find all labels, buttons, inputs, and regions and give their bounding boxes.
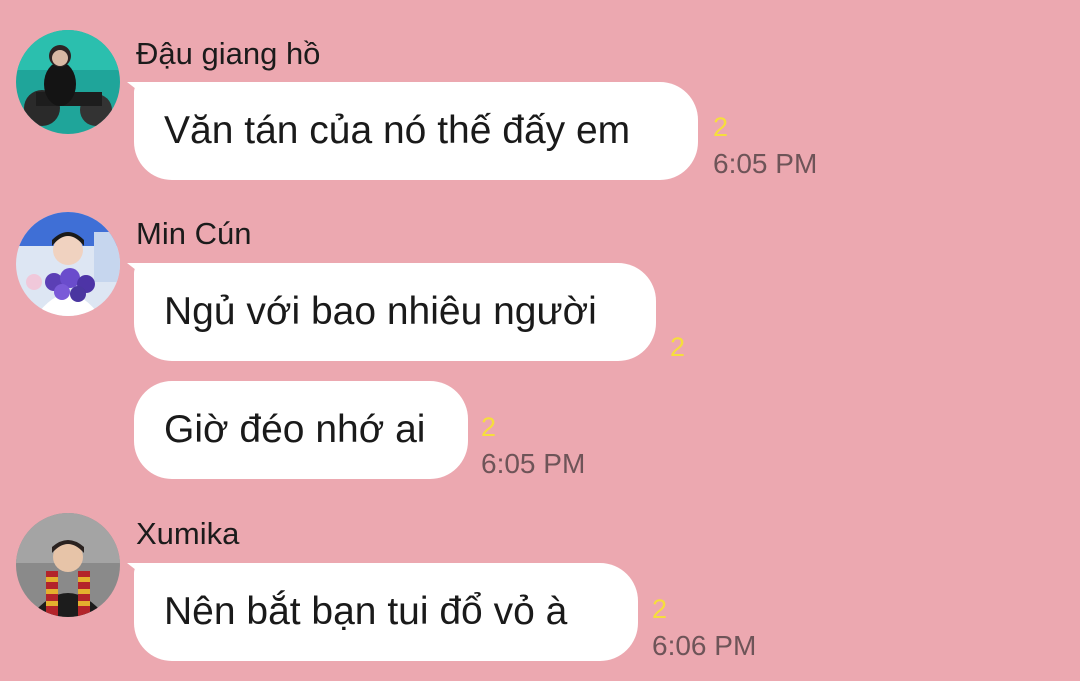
- message-bubble[interactable]: Nên bắt bạn tui đổ vỏ à: [134, 563, 638, 661]
- unread-count: 2: [481, 412, 497, 442]
- sender-name: Đậu giang hồ: [136, 36, 321, 71]
- message-time: 6:05 PM: [481, 448, 586, 479]
- message-bubble[interactable]: Ngủ với bao nhiêu người: [134, 263, 656, 361]
- avatar[interactable]: [16, 513, 120, 617]
- avatar-photo-icon: [16, 30, 120, 134]
- message-bubble[interactable]: Giờ đéo nhớ ai: [134, 381, 468, 479]
- unread-count: 2: [670, 332, 686, 362]
- unread-count: 2: [652, 594, 668, 624]
- avatar[interactable]: [16, 212, 120, 316]
- avatar-photo-icon: [16, 513, 120, 617]
- sender-name: Min Cún: [136, 216, 252, 251]
- avatar-photo-icon: [16, 212, 120, 316]
- sender-name: Xumika: [136, 516, 240, 551]
- unread-count: 2: [713, 112, 729, 142]
- message-time: 6:05 PM: [713, 148, 818, 179]
- message-bubble[interactable]: Văn tán của nó thế đấy em: [134, 82, 698, 180]
- message-time: 6:06 PM: [652, 630, 757, 661]
- avatar[interactable]: [16, 30, 120, 134]
